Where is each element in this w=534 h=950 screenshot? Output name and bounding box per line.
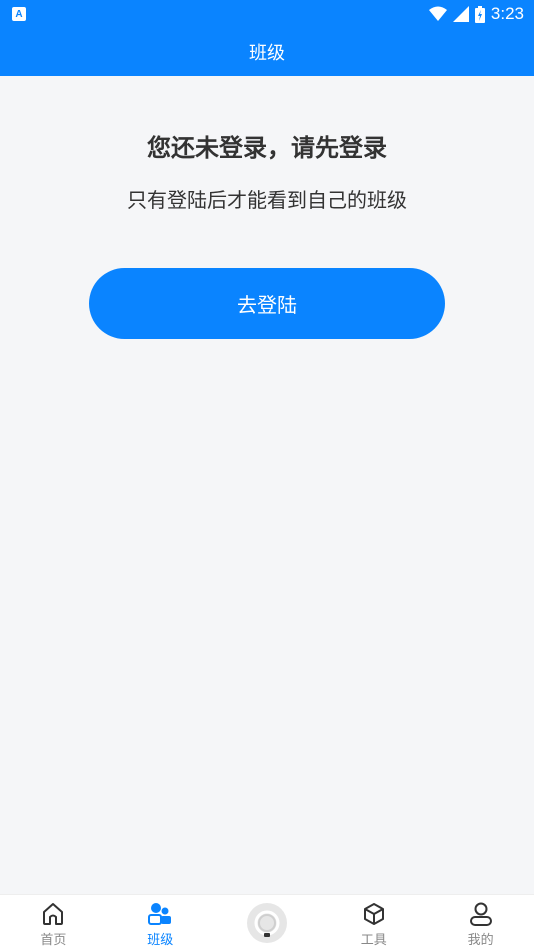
tab-home-label: 首页 [40,933,67,948]
status-bar: A 3:23 [0,0,534,28]
class-icon [148,903,172,925]
login-required-heading: 您还未登录，请先登录 [147,134,387,162]
app-notification-icon: A [12,7,26,21]
cube-icon [363,903,384,925]
login-required-message: 只有登陆后才能看到自己的班级 [127,188,407,212]
clock: 3:23 [490,4,524,23]
go-login-button[interactable]: 去登陆 [89,268,445,339]
home-icon [43,903,64,925]
main-content: 您还未登录，请先登录 只有登陆后才能看到自己的班级 去登陆 [0,76,534,894]
tab-mine[interactable]: 我的 [427,895,534,950]
signal-icon [452,6,469,22]
app-bar: 班级 [0,28,534,76]
tab-tools-label: 工具 [360,933,387,948]
user-icon [469,902,492,926]
tab-center[interactable] [214,895,321,950]
center-circle-icon [246,902,287,943]
tab-home[interactable]: 首页 [0,895,107,950]
wifi-icon [428,6,447,21]
battery-icon [474,5,485,23]
tab-mine-label: 我的 [467,933,494,948]
tab-class[interactable]: 班级 [107,895,214,950]
bottom-tab-bar: 首页 班级 工具 我的 [0,894,534,950]
tab-tools[interactable]: 工具 [320,895,427,950]
tab-class-label: 班级 [147,933,174,948]
page-title: 班级 [249,43,285,64]
